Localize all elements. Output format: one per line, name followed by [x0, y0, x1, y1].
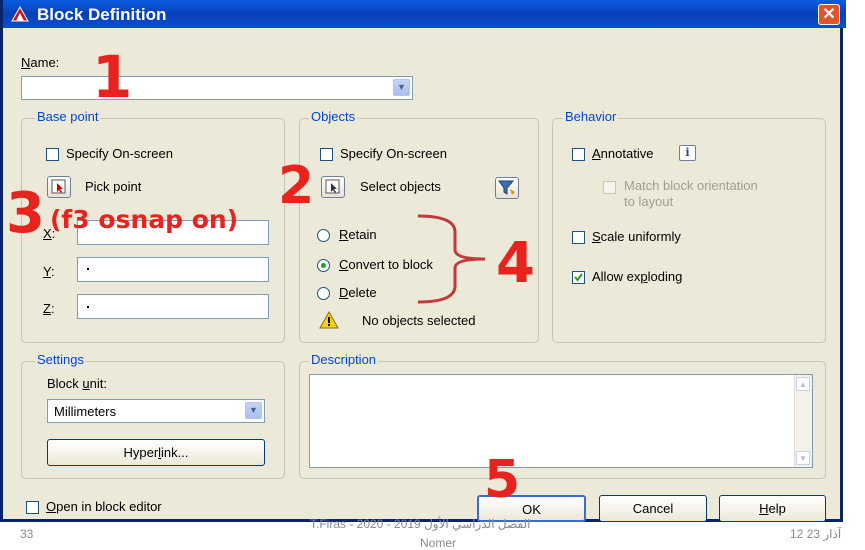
annotation-brace — [417, 214, 486, 304]
checkmark-icon — [574, 273, 583, 282]
select-objects-button[interactable] — [321, 176, 345, 198]
convert-to-block-radio[interactable] — [317, 259, 330, 272]
block-unit-label: Block unit: — [47, 376, 107, 391]
close-icon[interactable]: ✕ — [818, 4, 840, 25]
autocad-app-icon — [11, 6, 29, 22]
delete-radio[interactable] — [317, 287, 330, 300]
annotation-3: 3 — [6, 181, 45, 246]
z-input[interactable] — [77, 294, 269, 319]
objects-specify-onscreen-checkbox[interactable] — [320, 148, 333, 161]
base-specify-onscreen-label: Specify On-screen — [66, 146, 173, 161]
retain-label: Retain — [339, 227, 377, 242]
chevron-down-icon[interactable]: ▼ — [393, 79, 410, 96]
base-specify-onscreen-checkbox[interactable] — [46, 148, 59, 161]
slide-footer-date: 12 آذار 23 — [790, 527, 842, 541]
name-combobox[interactable]: ▼ — [21, 76, 413, 100]
description-scrollbar[interactable]: ▲ ▼ — [794, 375, 812, 467]
slide-footer-center: T.Firas - 2020 - 2019 الفصل الدراسي الأو… — [310, 517, 531, 531]
scroll-down-icon[interactable]: ▼ — [796, 451, 810, 465]
pick-point-icon — [51, 179, 66, 194]
y-input[interactable] — [77, 257, 269, 282]
window-title: Block Definition — [37, 5, 167, 24]
match-orientation-label-line2: to layout — [624, 194, 674, 209]
description-textarea[interactable]: ▲ ▼ — [309, 374, 813, 468]
title-bar[interactable]: Block Definition ✕ — [3, 0, 846, 28]
objects-legend: Objects — [309, 109, 358, 124]
open-in-block-editor-checkbox[interactable] — [26, 501, 39, 514]
hyperlink-button[interactable]: Hyperlink... — [47, 439, 265, 466]
warning-icon — [319, 311, 339, 329]
open-in-block-editor-label: Open in block editor — [46, 499, 162, 514]
delete-label: Delete — [339, 285, 377, 300]
name-label: Name: — [21, 55, 60, 70]
annotation-4: 4 — [496, 231, 535, 296]
chevron-down-icon[interactable]: ▼ — [245, 402, 262, 419]
settings-legend: Settings — [35, 352, 86, 367]
annotative-checkbox[interactable] — [572, 148, 585, 161]
annotation-2: 2 — [278, 156, 315, 216]
scale-uniformly-label: Scale uniformly — [592, 229, 681, 244]
base-point-legend: Base point — [35, 109, 101, 124]
radio-selected-dot — [321, 263, 326, 268]
select-objects-label: Select objects — [360, 179, 441, 194]
objects-specify-onscreen-label: Specify On-screen — [340, 146, 447, 161]
scale-uniformly-checkbox[interactable] — [572, 231, 585, 244]
allow-exploding-label: Allow exploding — [592, 269, 683, 284]
info-icon[interactable]: i — [679, 145, 696, 161]
behavior-legend: Behavior — [563, 109, 619, 124]
allow-exploding-checkbox[interactable] — [572, 271, 585, 284]
slide-page-number: 33 — [20, 527, 34, 541]
block-unit-value: Millimeters — [54, 404, 117, 419]
pick-point-button[interactable] — [47, 176, 71, 198]
quick-select-button[interactable] — [495, 177, 519, 199]
annotation-3-note: (f3 osnap on) — [50, 205, 239, 234]
cancel-button[interactable]: Cancel — [599, 495, 707, 522]
help-button[interactable]: Help — [719, 495, 826, 522]
annotation-5: 5 — [484, 450, 521, 510]
annotative-label: Annotative — [592, 146, 654, 161]
scroll-up-icon[interactable]: ▲ — [796, 377, 810, 391]
funnel-icon — [498, 180, 515, 195]
annotation-1: 1 — [92, 43, 133, 111]
z-input-cursor — [87, 306, 89, 308]
match-orientation-checkbox[interactable] — [603, 181, 616, 194]
description-legend: Description — [309, 352, 379, 367]
pick-point-label: Pick point — [85, 179, 142, 194]
z-label: Z: — [43, 301, 55, 316]
retain-radio[interactable] — [317, 229, 330, 242]
select-objects-icon — [325, 179, 340, 194]
y-input-cursor — [87, 268, 89, 270]
block-unit-select[interactable]: Millimeters ▼ — [47, 399, 265, 423]
y-label: Y: — [43, 264, 55, 279]
no-objects-status: No objects selected — [362, 313, 476, 328]
match-orientation-label-line1: Match block orientation — [624, 178, 758, 193]
